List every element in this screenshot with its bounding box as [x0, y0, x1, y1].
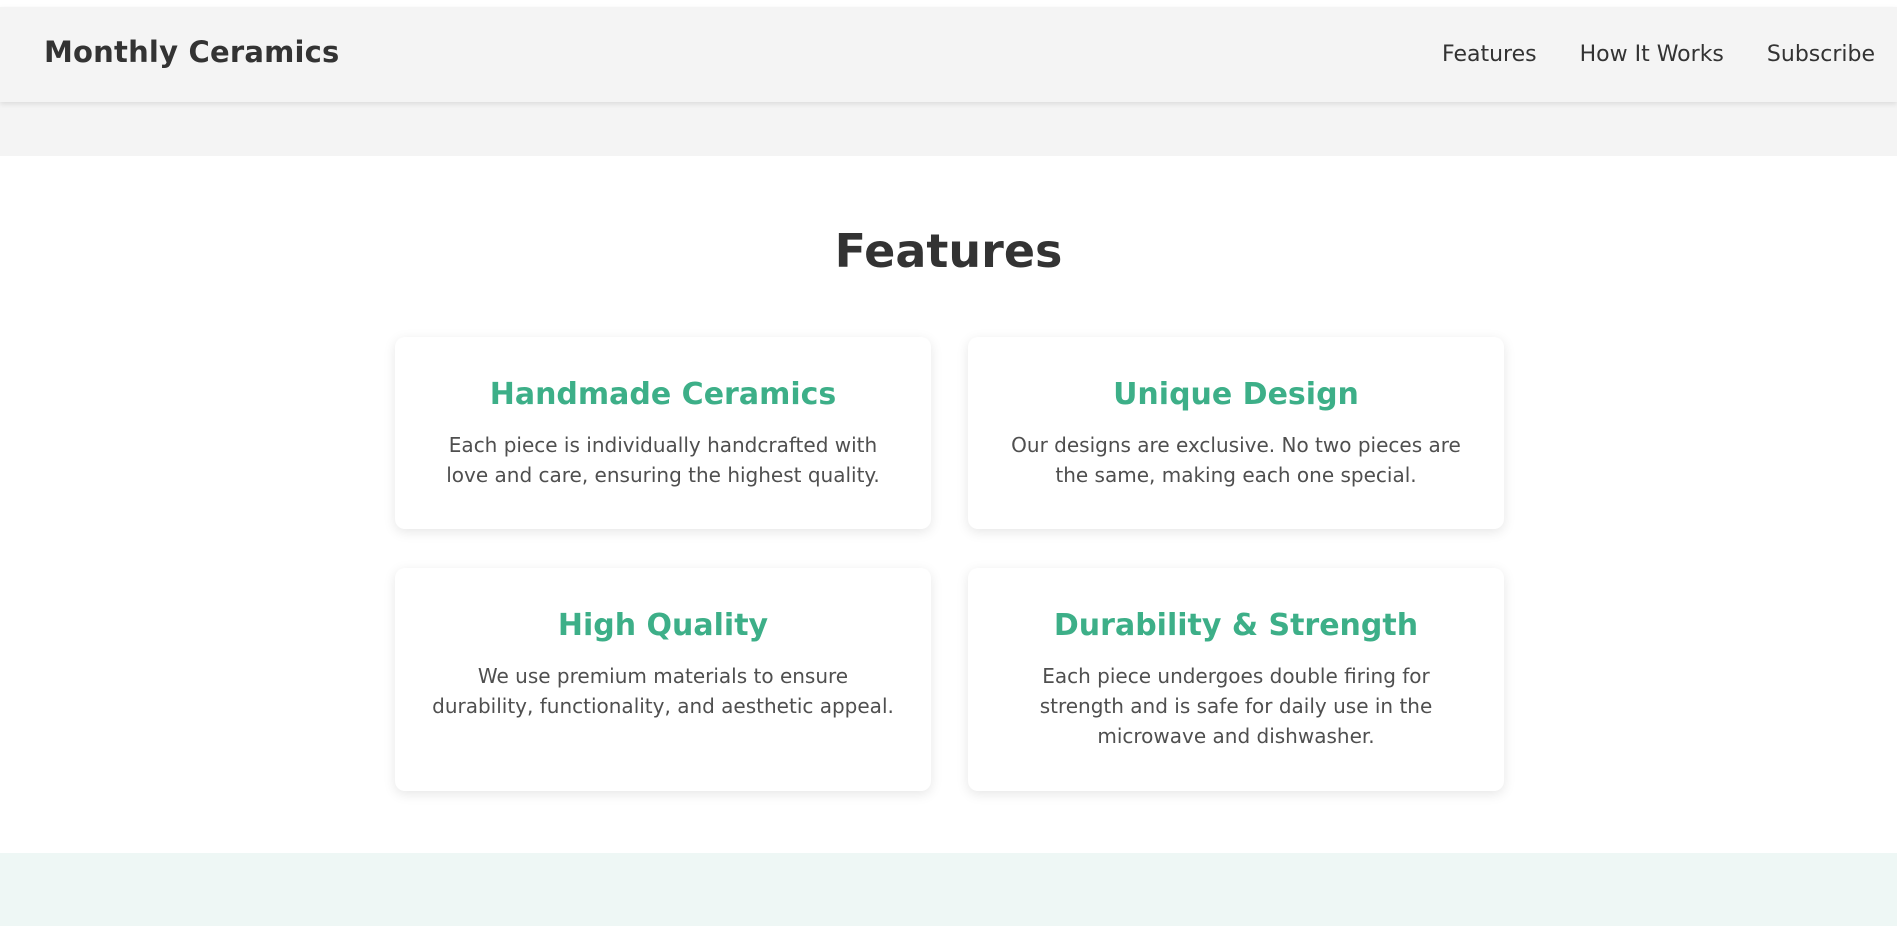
top-strip — [0, 0, 1897, 7]
feature-card-unique-design: Unique Design Our designs are exclusive.… — [968, 337, 1504, 529]
feature-card-title: Unique Design — [1113, 377, 1359, 412]
feature-card-description: We use premium materials to ensure durab… — [432, 664, 894, 718]
nav-link-how-it-works[interactable]: How It Works — [1580, 42, 1724, 67]
feature-card-description: Our designs are exclusive. No two pieces… — [1011, 433, 1461, 487]
feature-card-high-quality: High Quality We use premium materials to… — [395, 568, 931, 791]
how-it-works-section-top — [0, 853, 1897, 926]
feature-card-handmade: Handmade Ceramics Each piece is individu… — [395, 337, 931, 529]
feature-card-durability: Durability & Strength Each piece undergo… — [968, 568, 1504, 791]
site-logo[interactable]: Monthly Ceramics — [44, 35, 340, 69]
site-header: Monthly Ceramics Features How It Works S… — [0, 7, 1897, 102]
feature-card-title: Handmade Ceramics — [489, 377, 837, 412]
features-heading: Features — [834, 224, 1063, 278]
feature-card-title: High Quality — [557, 608, 769, 643]
feature-card-title: Durability & Strength — [1053, 608, 1419, 643]
hero-band — [0, 102, 1897, 156]
features-section: Features Handmade Ceramics Each piece is… — [0, 156, 1897, 853]
feature-card-description: Each piece is individually handcrafted w… — [446, 433, 880, 487]
feature-card-description: Each piece undergoes double firing for s… — [1039, 664, 1433, 748]
main-nav: Features How It Works Subscribe — [1442, 42, 1875, 67]
nav-link-features[interactable]: Features — [1442, 42, 1537, 67]
nav-link-subscribe[interactable]: Subscribe — [1767, 42, 1875, 67]
